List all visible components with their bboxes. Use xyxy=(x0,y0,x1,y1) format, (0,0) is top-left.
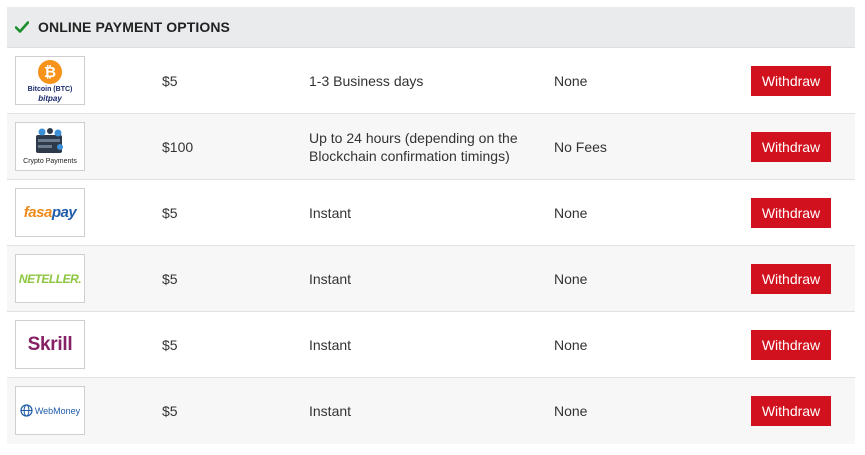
crypto-logo-label: Crypto Payments xyxy=(23,158,77,165)
withdraw-button[interactable]: Withdraw xyxy=(751,330,831,360)
webmoney-logo-text: WebMoney xyxy=(34,405,81,416)
skrill-logo: Skrill xyxy=(15,320,85,369)
fasapay-logo-text-b: pay xyxy=(51,204,77,221)
bitpay-logo-text: bitpay xyxy=(38,94,62,103)
payment-row-bitcoin: ₿ Bitcoin (BTC) bitpay $5 1-3 Business d… xyxy=(7,48,855,114)
processing-time: Instant xyxy=(309,204,539,222)
processing-time: Up to 24 hours (depending on the Blockch… xyxy=(309,129,539,165)
payment-row-skrill: Skrill $5 Instant None Withdraw xyxy=(7,312,855,378)
payment-row-crypto: Crypto Payments $100 Up to 24 hours (dep… xyxy=(7,114,855,180)
fees: None xyxy=(554,336,588,353)
processing-time-line1: 1-3 Business days xyxy=(309,72,424,89)
min-amount: $100 xyxy=(162,138,194,155)
fasapay-logo: fasapay xyxy=(15,188,85,237)
fees: None xyxy=(554,270,588,287)
withdraw-button[interactable]: Withdraw xyxy=(751,264,831,294)
min-amount: $5 xyxy=(162,336,178,353)
withdraw-button[interactable]: Withdraw xyxy=(751,396,831,426)
processing-time-line1: Instant xyxy=(309,204,352,221)
min-amount: $5 xyxy=(162,403,178,419)
fees: None xyxy=(554,204,588,221)
min-amount: $5 xyxy=(162,72,178,89)
neteller-logo-text: NETELLER. xyxy=(18,271,82,286)
processing-time-line1: Instant xyxy=(309,270,352,287)
processing-time-line1: Instant xyxy=(309,403,352,419)
fees: None xyxy=(554,403,588,419)
bitcoin-logo: ₿ Bitcoin (BTC) bitpay xyxy=(15,56,85,105)
payment-row-fasapay: fasapay $5 Instant None Withdraw xyxy=(7,180,855,246)
fasapay-logo-text-a: fasa xyxy=(23,204,53,221)
section-header: ONLINE PAYMENT OPTIONS xyxy=(7,7,855,48)
skrill-logo-text: Skrill xyxy=(27,333,73,355)
crypto-payments-logo: Crypto Payments xyxy=(15,122,85,171)
min-amount: $5 xyxy=(162,204,178,221)
neteller-logo: NETELLER. xyxy=(15,254,85,303)
processing-time: Instant xyxy=(309,402,539,420)
withdraw-button[interactable]: Withdraw xyxy=(751,66,831,96)
fees: None xyxy=(554,72,588,89)
crypto-wallet-icon xyxy=(36,128,63,153)
fees: No Fees xyxy=(554,138,607,155)
processing-time: Instant xyxy=(309,336,539,354)
webmoney-logo: WebMoney xyxy=(15,386,85,435)
processing-time-line2: Blockchain confirmation timings) xyxy=(309,147,510,164)
processing-time-line1: Up to 24 hours (depending on the xyxy=(309,129,518,146)
min-amount: $5 xyxy=(162,270,178,287)
processing-time-line1: Instant xyxy=(309,336,352,353)
processing-time: Instant xyxy=(309,270,539,288)
payment-row-neteller: NETELLER. $5 Instant None Withdraw xyxy=(7,246,855,312)
withdraw-button[interactable]: Withdraw xyxy=(751,198,831,228)
processing-time: 1-3 Business days xyxy=(309,72,539,90)
globe-icon xyxy=(20,404,33,417)
payment-row-webmoney: WebMoney $5 Instant None Withdraw xyxy=(7,378,855,444)
checkmark-icon xyxy=(15,20,29,34)
withdraw-button[interactable]: Withdraw xyxy=(751,132,831,162)
section-title: ONLINE PAYMENT OPTIONS xyxy=(38,19,230,35)
bitcoin-logo-label: Bitcoin (BTC) xyxy=(27,86,73,93)
payment-options-panel: ONLINE PAYMENT OPTIONS ₿ Bitcoin (BTC) b… xyxy=(7,7,855,444)
bitcoin-icon: ₿ xyxy=(38,60,62,84)
